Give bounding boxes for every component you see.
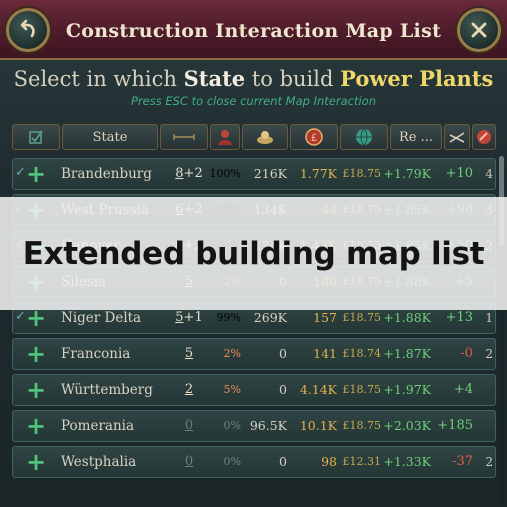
re-value: +1.33K	[383, 454, 431, 469]
state-row[interactable]: + Pomerania 0 0% 96.5K 10.1K £18.75 +2.03K +185	[12, 410, 496, 442]
window-title: Construction Interaction Map List	[65, 20, 442, 42]
population-value: 96.5K	[249, 418, 287, 433]
sort-re-column[interactable]: Re ...	[390, 124, 442, 150]
prompt-building-type: Power Plants	[340, 66, 494, 91]
add-building-icon[interactable]: +	[25, 342, 47, 366]
building-level: 0	[169, 447, 209, 477]
close-button[interactable]	[457, 8, 501, 52]
add-building-icon[interactable]: +	[25, 378, 47, 402]
state-row[interactable]: ✓ + Brandenburg 8+2 100% 216K 1.77K £18.75 +1.79…	[12, 158, 496, 190]
state-name: Württemberg	[61, 382, 153, 398]
money-coin-icon: £	[305, 128, 323, 146]
state-name: Pomerania	[61, 418, 135, 434]
money-value: 141	[313, 346, 337, 361]
sort-construction-column[interactable]	[472, 124, 496, 150]
price-value: £18.74	[342, 347, 382, 360]
sort-money-column[interactable]: £	[290, 124, 338, 150]
infrastructure-icon	[449, 132, 465, 143]
re-value: +1.79K	[383, 166, 431, 181]
svg-text:£: £	[311, 133, 317, 144]
worker-icon	[218, 130, 232, 145]
employment-percent: 0%	[223, 455, 241, 468]
caption-banner: Extended building map list	[0, 197, 507, 310]
prompt-state-word: State	[183, 66, 246, 91]
delta-value: -0	[460, 346, 473, 361]
building-levels-icon	[173, 134, 195, 140]
money-value: 10.1K	[299, 418, 337, 433]
population-value: 0	[279, 382, 287, 397]
back-arrow-icon	[20, 19, 35, 38]
employment-percent: 0%	[223, 419, 241, 432]
delta-value: +10	[445, 166, 473, 181]
close-x-icon	[471, 22, 487, 38]
employment-percent: 2%	[223, 347, 241, 360]
price-value: £18.75	[342, 383, 382, 396]
sort-employment-column[interactable]	[210, 124, 240, 150]
add-building-icon[interactable]: +	[25, 306, 47, 330]
construction-count: 4	[485, 167, 493, 181]
employment-percent: 100%	[209, 167, 241, 180]
level-queued: +1	[183, 310, 203, 325]
state-name: Westphalia	[61, 454, 137, 470]
sort-infrastructure-column[interactable]	[444, 124, 470, 150]
level-value: 0	[184, 454, 194, 469]
level-value: 0	[184, 418, 194, 433]
sort-price-column[interactable]	[340, 124, 388, 150]
re-value: +2.03K	[383, 418, 431, 433]
prompt-middle: to build	[251, 67, 334, 91]
level-value: 5	[175, 310, 184, 325]
state-row[interactable]: + Franconia 5 2% 0 141 £18.74 +1.87K -0 2	[12, 338, 496, 370]
level-value: 2	[184, 382, 194, 397]
add-building-icon[interactable]: +	[25, 414, 47, 438]
construction-count: 2	[485, 455, 493, 469]
state-name: Franconia	[61, 346, 131, 362]
add-building-icon[interactable]: +	[25, 162, 47, 186]
building-level: 5	[169, 339, 209, 369]
population-value: 0	[279, 346, 287, 361]
money-value: 98	[321, 454, 337, 469]
delta-value: +185	[437, 418, 473, 433]
build-prompt: Select in which State to build Power Pla…	[0, 66, 507, 91]
header-bar: Construction Interaction Map List	[0, 0, 507, 60]
building-level: 0	[169, 411, 209, 441]
level-value: 8	[175, 166, 184, 181]
price-value: £12.31	[342, 455, 382, 468]
sort-population-column[interactable]	[242, 124, 288, 150]
delta-value: -37	[452, 454, 473, 469]
price-value: £18.75	[342, 167, 382, 180]
checkbox-icon	[29, 130, 43, 144]
caption-text: Extended building map list	[22, 235, 485, 272]
pop-icon	[257, 131, 273, 144]
level-value: 5	[184, 346, 194, 361]
re-value: +1.97K	[383, 382, 431, 397]
price-value: £18.75	[342, 419, 382, 432]
sort-state-column[interactable]: State	[62, 124, 158, 150]
building-level: 8+2	[169, 159, 209, 189]
population-value: 216K	[253, 166, 287, 181]
re-value: +1.87K	[383, 346, 431, 361]
building-level: 2	[169, 375, 209, 405]
construction-count	[481, 375, 493, 405]
money-value: 4.14K	[299, 382, 337, 397]
state-row[interactable]: + Westphalia 0 0% 0 98 £12.31 +1.33K -37 2	[12, 446, 496, 478]
state-row[interactable]: + Württemberg 2 5% 0 4.14K £18.75 +1.97K +4	[12, 374, 496, 406]
globe-icon	[356, 128, 372, 146]
prompt-prefix: Select in which	[13, 67, 177, 91]
construction-icon	[477, 130, 491, 144]
construction-count: 2	[485, 347, 493, 361]
back-button[interactable]	[6, 8, 50, 52]
add-building-icon[interactable]: +	[25, 450, 47, 474]
employment-percent: 5%	[223, 383, 241, 396]
sort-checkbox-column[interactable]	[12, 124, 60, 150]
money-value: 1.77K	[299, 166, 337, 181]
esc-hint: Press ESC to close current Map Interacti…	[130, 94, 376, 108]
population-value: 0	[279, 454, 287, 469]
delta-value: +4	[453, 382, 473, 397]
sort-level-column[interactable]	[160, 124, 208, 150]
construction-count	[481, 411, 493, 441]
state-name: Brandenburg	[61, 166, 152, 182]
level-queued: +2	[183, 166, 203, 181]
column-headers: State £ Re ...	[12, 124, 496, 152]
